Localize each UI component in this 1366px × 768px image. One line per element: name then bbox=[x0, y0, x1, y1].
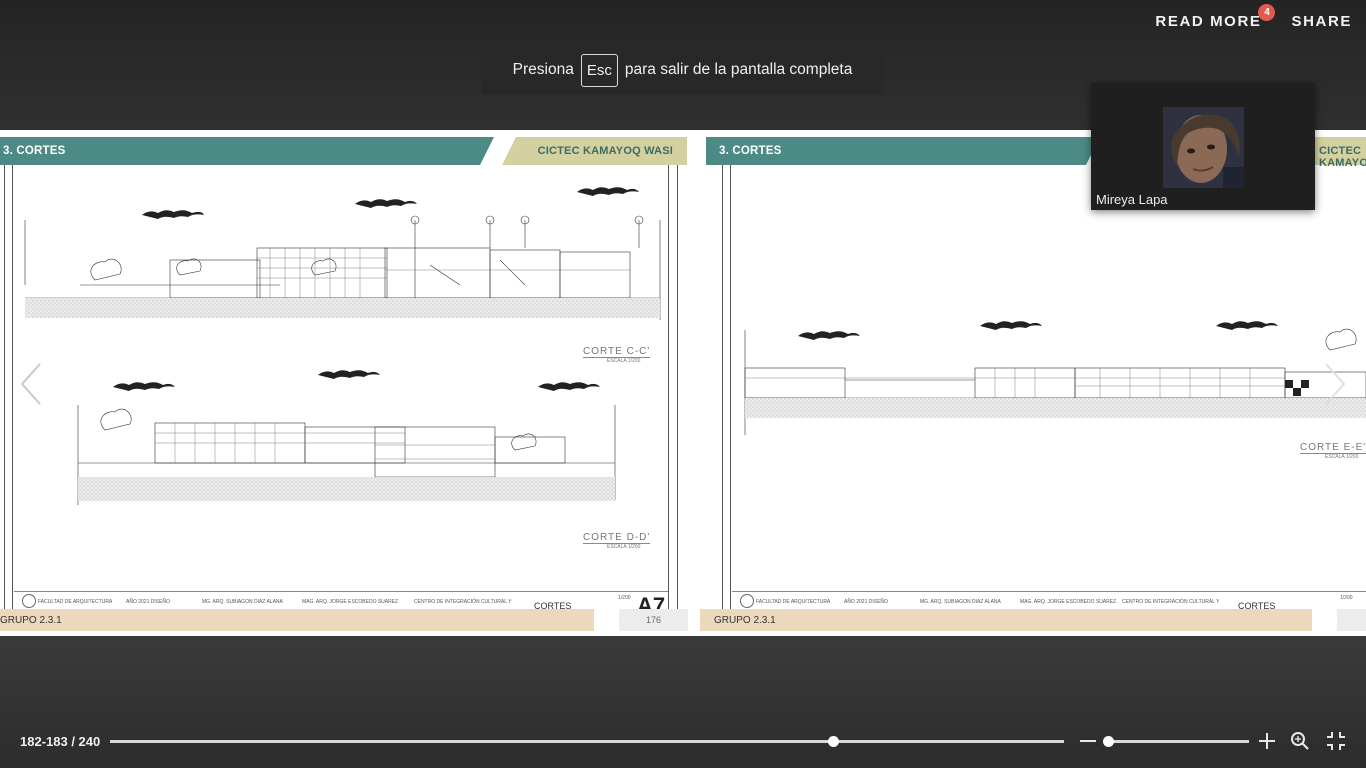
page-counter: 182-183 / 240 bbox=[20, 734, 101, 749]
zoom-slider[interactable] bbox=[1103, 736, 1249, 747]
tb-course: AÑO 2021 DISEÑO bbox=[126, 599, 170, 605]
next-page-button[interactable] bbox=[1322, 362, 1348, 406]
section-label-d: CORTE D-D' bbox=[583, 532, 651, 544]
toast-text-before: Presiona bbox=[512, 61, 574, 78]
section-tab: 3. CORTES bbox=[706, 137, 1100, 165]
zoom-in-icon bbox=[1259, 733, 1275, 749]
toast-text-after: para salir de la pantalla completa bbox=[624, 61, 853, 78]
tb-scale: 1/200 bbox=[1340, 595, 1353, 601]
frame-line bbox=[12, 165, 13, 615]
scale-label-d: ESCALA 1/200 bbox=[607, 544, 641, 550]
section-drawing-c bbox=[24, 187, 661, 320]
tb-scale: 1/200 bbox=[618, 595, 631, 601]
title-block: FACULTAD DE ARQUITECTURA AÑO 2021 DISEÑO… bbox=[732, 591, 1366, 611]
bottom-toolbar: 182-183 / 240 bbox=[0, 720, 1366, 760]
zoom-out-icon bbox=[1080, 740, 1096, 742]
tb-course: AÑO 2021 DISEÑO bbox=[844, 599, 888, 605]
frame-line bbox=[722, 165, 723, 615]
participant-video-tile[interactable]: Mireya Lapa bbox=[1091, 83, 1315, 210]
page-number: 176 bbox=[619, 609, 688, 631]
read-more-badge: 4 bbox=[1258, 4, 1276, 21]
fullscreen-toast: Presiona Esc para salir de la pantalla c… bbox=[481, 45, 884, 95]
read-more-label: READ MORE bbox=[1155, 13, 1262, 30]
section-label-c: CORTE C-C' bbox=[583, 346, 651, 358]
magnifier-icon bbox=[1291, 732, 1309, 750]
tb-faculty: FACULTAD DE ARQUITECTURA bbox=[38, 599, 113, 605]
tb-advisor: MAG. ARQ. JORGE ESCOBEDO SUAREZ bbox=[1020, 599, 1117, 605]
frame-line bbox=[677, 165, 678, 615]
title-block: FACULTAD DE ARQUITECTURA AÑO 2021 DISEÑO… bbox=[14, 591, 668, 611]
frame-line bbox=[668, 165, 669, 615]
progress-fill bbox=[110, 740, 834, 743]
zoom-thumb[interactable] bbox=[1103, 736, 1115, 747]
exit-fullscreen-icon bbox=[1327, 732, 1345, 750]
section-drawing-e bbox=[744, 321, 1366, 435]
top-actions: READ MORE 4 SHARE bbox=[1155, 4, 1352, 30]
previous-page-button[interactable] bbox=[18, 362, 44, 406]
share-button[interactable]: SHARE bbox=[1291, 13, 1352, 30]
participant-name: Mireya Lapa bbox=[1096, 192, 1168, 207]
tb-project: CENTRO DE INTEGRACIÓN CULTURAL Y bbox=[414, 599, 512, 605]
page-number-stub bbox=[1337, 609, 1366, 631]
progress-thumb[interactable] bbox=[828, 736, 840, 747]
tb-project: CENTRO DE INTEGRACIÓN CULTURAL Y bbox=[1122, 599, 1220, 605]
left-page: 3. CORTES CICTEC KAMAYOQ WASI CORTE C-C'… bbox=[0, 130, 688, 636]
section-label-e: CORTE E-E' bbox=[1300, 442, 1366, 454]
tb-teacher: MG. ARQ. SUBIAGON DIAZ ALANA bbox=[920, 599, 1001, 605]
section-tab: 3. CORTES bbox=[0, 137, 494, 165]
read-more-button[interactable]: READ MORE 4 bbox=[1155, 4, 1276, 30]
section-drawing-d bbox=[77, 370, 616, 505]
zoom-out-button[interactable] bbox=[1078, 731, 1098, 751]
esc-key: Esc bbox=[580, 53, 618, 87]
footer-group: GRUPO 2.3.1 bbox=[714, 615, 776, 626]
page-progress-slider[interactable] bbox=[110, 736, 1064, 747]
footer-band: GRUPO 2.3.1 bbox=[700, 609, 1312, 631]
chevron-left-icon bbox=[20, 363, 41, 405]
tb-advisor: MAG. ARQ. JORGE ESCOBEDO SUAREZ bbox=[302, 599, 399, 605]
project-tab: CICTEC KAMAYOQ WASI bbox=[502, 137, 687, 165]
scale-label-c: ESCALA 1/200 bbox=[607, 358, 641, 364]
left-page-header: 3. CORTES CICTEC KAMAYOQ WASI bbox=[0, 137, 688, 165]
exit-fullscreen-button[interactable] bbox=[1326, 731, 1346, 751]
tb-teacher: MG. ARQ. SUBIAGON DIAZ ALANA bbox=[202, 599, 283, 605]
participant-avatar bbox=[1163, 107, 1244, 188]
zoom-in-button[interactable] bbox=[1257, 731, 1277, 751]
scale-label-e: ESCALA 1/200 bbox=[1325, 454, 1359, 460]
footer-band: GRUPO 2.3.1 bbox=[0, 609, 594, 631]
footer-group: GRUPO 2.3.1 bbox=[0, 615, 62, 626]
frame-line bbox=[4, 165, 5, 615]
magnifier-button[interactable] bbox=[1290, 731, 1310, 751]
frame-line bbox=[730, 165, 731, 615]
tb-faculty: FACULTAD DE ARQUITECTURA bbox=[756, 599, 831, 605]
chevron-right-icon bbox=[1325, 363, 1346, 405]
